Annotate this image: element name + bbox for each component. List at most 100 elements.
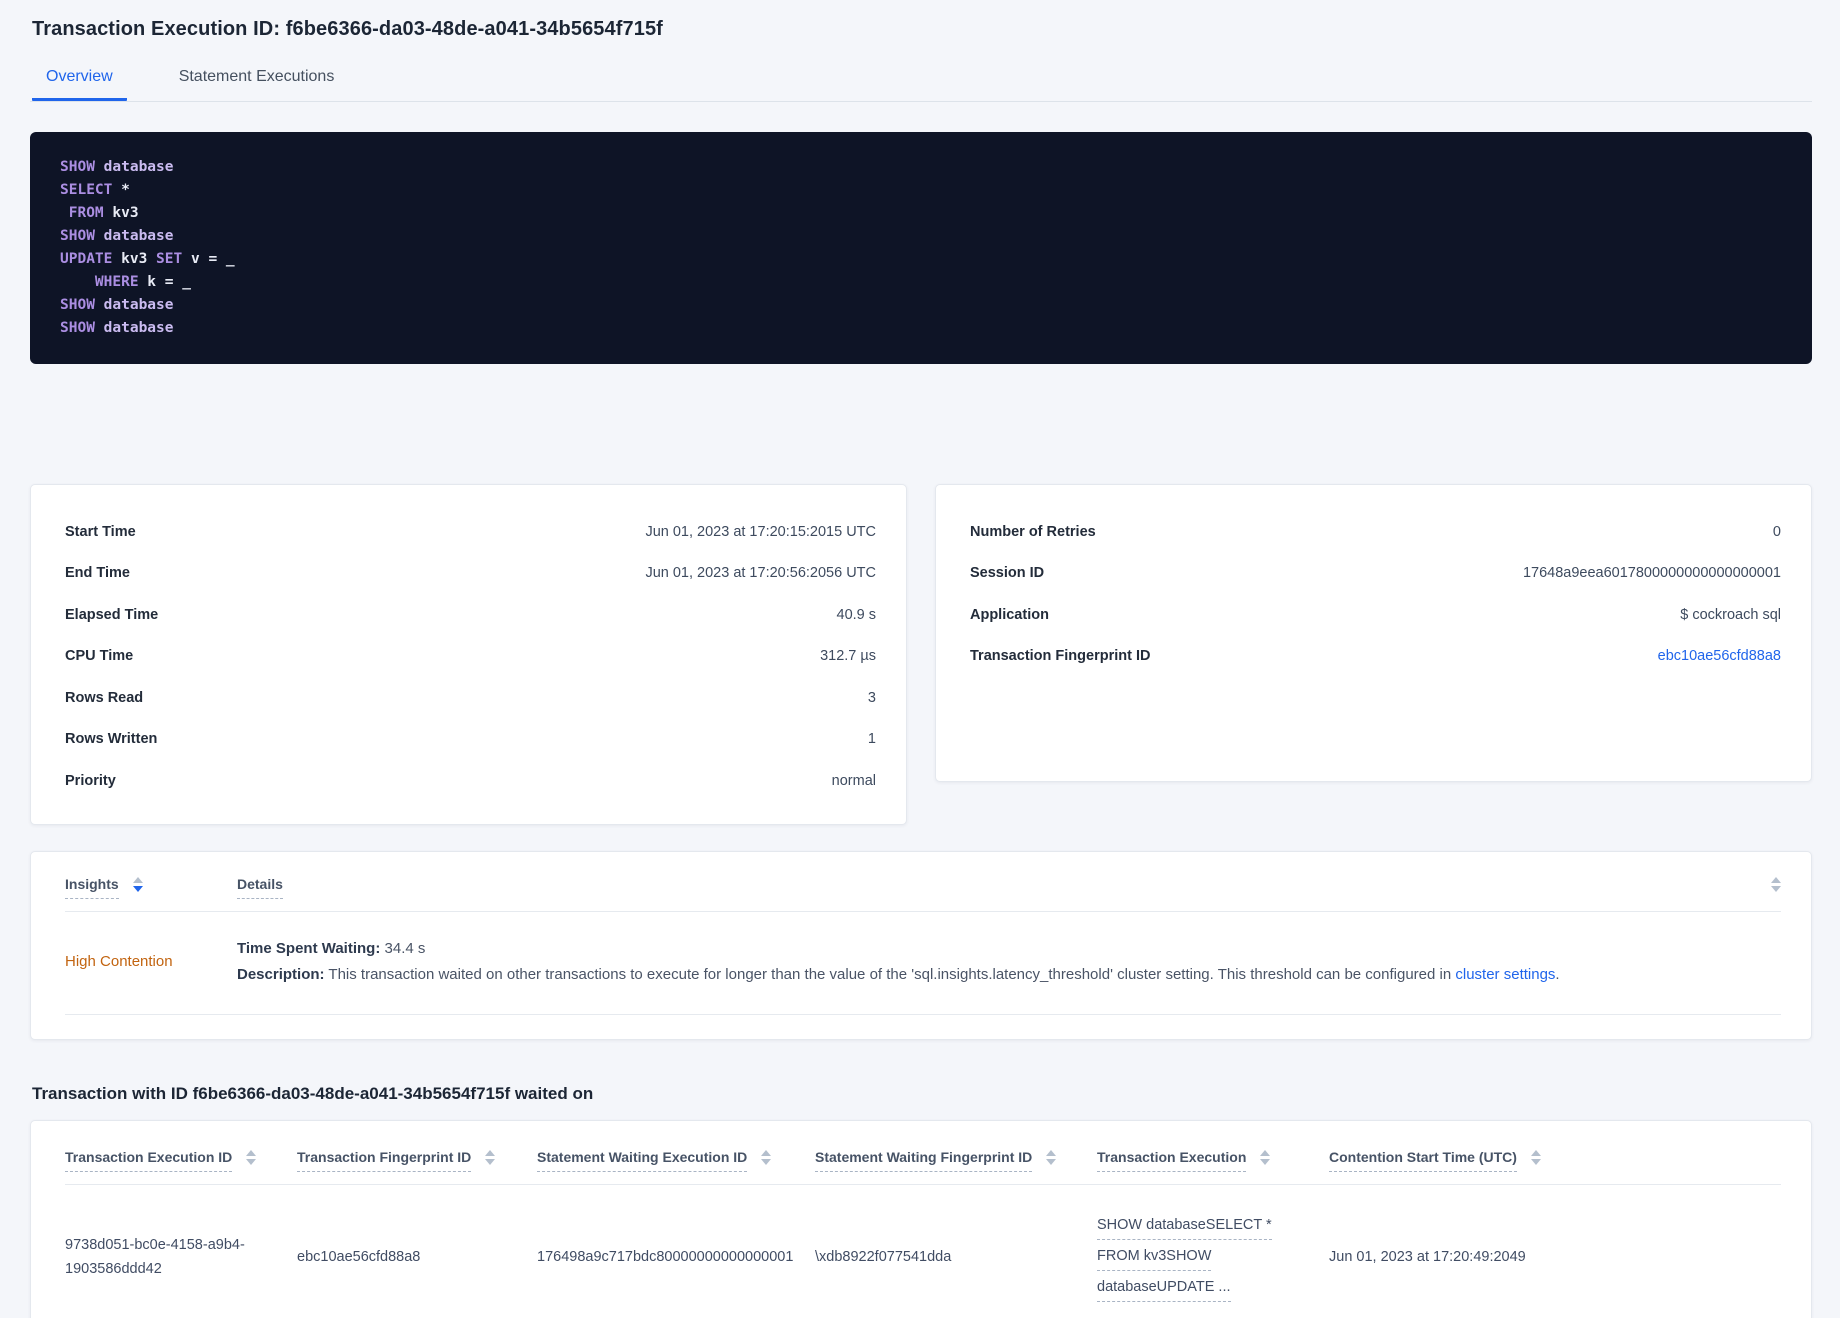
cell-contention-start-time: Jun 01, 2023 at 17:20:49:2049	[1329, 1184, 1781, 1318]
stat-value: 3	[867, 689, 876, 706]
column-header-label[interactable]: Transaction Execution	[1097, 1149, 1247, 1172]
waited-on-table-header: Transaction Execution ID Transaction Fing…	[65, 1120, 1781, 1185]
sql-line: UPDATE kv3 SET v = _	[60, 251, 235, 267]
column-header-label[interactable]: Transaction Execution ID	[65, 1149, 233, 1172]
transaction-execution-link[interactable]: databaseUPDATE ...	[1097, 1275, 1231, 1302]
tab-statement-executions[interactable]: Statement Executions	[165, 68, 349, 101]
description-label: Description:	[237, 965, 325, 983]
insight-details: Time Spent Waiting: 34.4 s Description: …	[237, 936, 1781, 988]
stat-label: Number of Retries	[970, 523, 1096, 540]
waited-on-table: Transaction Execution ID Transaction Fing…	[65, 1120, 1781, 1318]
insight-description: Description: This transaction waited on …	[237, 962, 1781, 988]
insight-row: High Contention Time Spent Waiting: 34.4…	[65, 912, 1781, 1015]
column-header-label[interactable]: Statement Waiting Execution ID	[537, 1149, 748, 1172]
description-text: This transaction waited on other transac…	[328, 965, 1452, 983]
column-header: Contention Start Time (UTC)	[1329, 1120, 1781, 1185]
stat-row: Application $ cockroach sql	[970, 594, 1781, 636]
sql-line: FROM kv3	[68, 205, 139, 221]
sql-line: SHOW database	[60, 320, 174, 336]
sql-line: WHERE k = _	[94, 274, 191, 290]
stat-label: Start Time	[65, 523, 136, 540]
stat-label: Application	[970, 606, 1049, 623]
tab-overview[interactable]: Overview	[32, 68, 127, 101]
stat-label: Rows Written	[65, 731, 158, 748]
sql-line: SHOW database	[60, 159, 174, 175]
sort-icon[interactable]	[1260, 1149, 1271, 1165]
stat-value: 1	[867, 731, 876, 748]
stat-value: 17648a9eea6017800000000000000001	[1522, 565, 1781, 582]
table-row: 9738d051-bc0e-4158-a9b4-1903586ddd42 ebc…	[65, 1184, 1781, 1318]
sort-icon[interactable]	[1530, 1149, 1541, 1165]
stat-value: $ cockroach sql	[1680, 606, 1781, 623]
sql-code: SHOW database SELECT * FROM kv3 SHOW datab…	[60, 156, 1782, 340]
transaction-execution-link[interactable]: SHOW databaseSELECT *	[1097, 1213, 1272, 1240]
column-header-label[interactable]: Statement Waiting Fingerprint ID	[815, 1149, 1033, 1172]
column-header: Transaction Execution	[1097, 1120, 1329, 1185]
sort-desc-icon[interactable]	[132, 876, 143, 892]
stat-value: 40.9 s	[836, 606, 877, 623]
cell-statement-waiting-execution-id: 176498a9c717bdc80000000000000001	[537, 1184, 815, 1318]
stat-value: 0	[1772, 523, 1781, 540]
sort-icon[interactable]	[485, 1149, 496, 1165]
stat-row: Rows Written 1	[65, 719, 876, 761]
details-column-header[interactable]: Details	[237, 876, 283, 899]
time-spent-waiting: Time Spent Waiting: 34.4 s	[237, 936, 1781, 962]
stat-row: Priority normal	[65, 760, 876, 802]
sort-icon[interactable]	[1771, 876, 1781, 892]
stat-row: Start Time Jun 01, 2023 at 17:20:15:2015 …	[65, 511, 876, 553]
waited-on-card: Transaction Execution ID Transaction Fing…	[30, 1119, 1812, 1318]
cell-transaction-execution: SHOW databaseSELECT * FROM kv3SHOW databas…	[1097, 1184, 1329, 1318]
execution-stats-card: Start Time Jun 01, 2023 at 17:20:15:2015 …	[30, 484, 907, 825]
stat-row: Transaction Fingerprint ID ebc10ae56cfd88…	[970, 636, 1781, 678]
stat-row: Number of Retries 0	[970, 511, 1781, 553]
tab-bar: Overview Statement Executions	[30, 68, 1812, 102]
sql-line: SHOW database	[60, 228, 174, 244]
description-suffix: .	[1555, 965, 1560, 983]
stat-row: Session ID 17648a9eea60178000000000000000…	[970, 553, 1781, 595]
stat-label: Session ID	[970, 565, 1045, 582]
stat-value-link[interactable]: ebc10ae56cfd88a8	[1658, 648, 1781, 664]
insight-type-label: High Contention	[65, 953, 173, 970]
waiting-value: 34.4 s	[384, 939, 426, 957]
stat-value: Jun 01, 2023 at 17:20:15:2015 UTC	[645, 523, 876, 540]
column-header-label[interactable]: Contention Start Time (UTC)	[1329, 1149, 1517, 1172]
stat-value: 312.7 µs	[820, 648, 876, 665]
stat-label: Priority	[65, 772, 116, 789]
stat-row: Elapsed Time 40.9 s	[65, 594, 876, 636]
waited-on-heading: Transaction with ID f6be6366-da03-48de-a…	[32, 1083, 594, 1103]
insights-table-header: Insights Details	[65, 876, 1781, 899]
cell-transaction-execution-id: 9738d051-bc0e-4158-a9b4-1903586ddd42	[65, 1184, 297, 1318]
stat-row: CPU Time 312.7 µs	[65, 636, 876, 678]
stat-label: End Time	[65, 565, 130, 582]
insights-column-header[interactable]: Insights	[65, 876, 119, 899]
stat-label: Elapsed Time	[65, 606, 159, 623]
waiting-label: Time Spent Waiting:	[237, 939, 381, 957]
stat-row: End Time Jun 01, 2023 at 17:20:56:2056 UT…	[65, 553, 876, 595]
stat-label: Transaction Fingerprint ID	[970, 648, 1151, 665]
cell-transaction-fingerprint-id: ebc10ae56cfd88a8	[297, 1184, 537, 1318]
page-title: Transaction Execution ID: f6be6366-da03-…	[32, 18, 663, 40]
column-header: Transaction Execution ID	[65, 1120, 297, 1185]
column-header: Statement Waiting Execution ID	[537, 1120, 815, 1185]
insights-card: Insights Details High Contention Time Sp…	[30, 850, 1812, 1040]
sort-icon[interactable]	[1046, 1149, 1057, 1165]
column-header: Statement Waiting Fingerprint ID	[815, 1120, 1097, 1185]
sql-line: SHOW database	[60, 297, 174, 313]
sql-line: SELECT *	[60, 182, 130, 198]
column-header-label[interactable]: Transaction Fingerprint ID	[297, 1149, 472, 1172]
sort-icon[interactable]	[246, 1149, 257, 1165]
cluster-settings-link[interactable]: cluster settings	[1455, 966, 1555, 983]
sql-statement-box: SHOW database SELECT * FROM kv3 SHOW datab…	[30, 132, 1812, 364]
stat-label: Rows Read	[65, 689, 144, 706]
stat-row: Rows Read 3	[65, 677, 876, 719]
stat-value: normal	[831, 772, 876, 789]
cell-statement-waiting-fingerprint-id: \xdb8922f077541dda	[815, 1184, 1097, 1318]
column-header: Transaction Fingerprint ID	[297, 1120, 537, 1185]
session-stats-card: Number of Retries 0 Session ID 17648a9eea60…	[935, 484, 1812, 782]
stat-value: Jun 01, 2023 at 17:20:56:2056 UTC	[645, 565, 876, 582]
stat-label: CPU Time	[65, 648, 134, 665]
summary-cards: Start Time Jun 01, 2023 at 17:20:15:2015 …	[30, 484, 1812, 825]
transaction-details-page: Transaction Execution ID: f6be6366-da03-…	[0, 0, 1840, 1318]
sort-icon[interactable]	[761, 1149, 772, 1165]
transaction-execution-link[interactable]: FROM kv3SHOW	[1097, 1244, 1212, 1271]
